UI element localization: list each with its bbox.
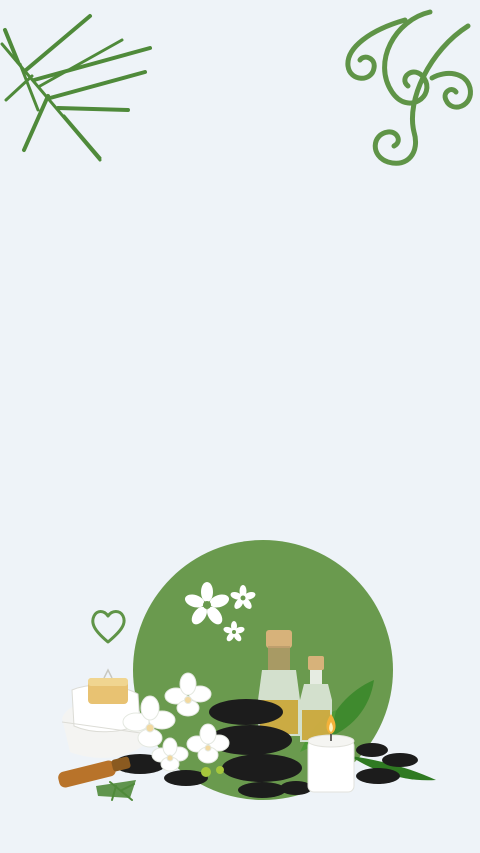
swirl-ornament-icon — [345, 9, 473, 166]
brush-icon — [58, 756, 136, 798]
heart-outline-icon — [91, 610, 126, 644]
soap-bar-icon — [88, 668, 128, 704]
rosemary-sprig-icon — [0, 14, 152, 162]
spa-background — [0, 0, 480, 853]
spa-illustration — [0, 9, 473, 801]
